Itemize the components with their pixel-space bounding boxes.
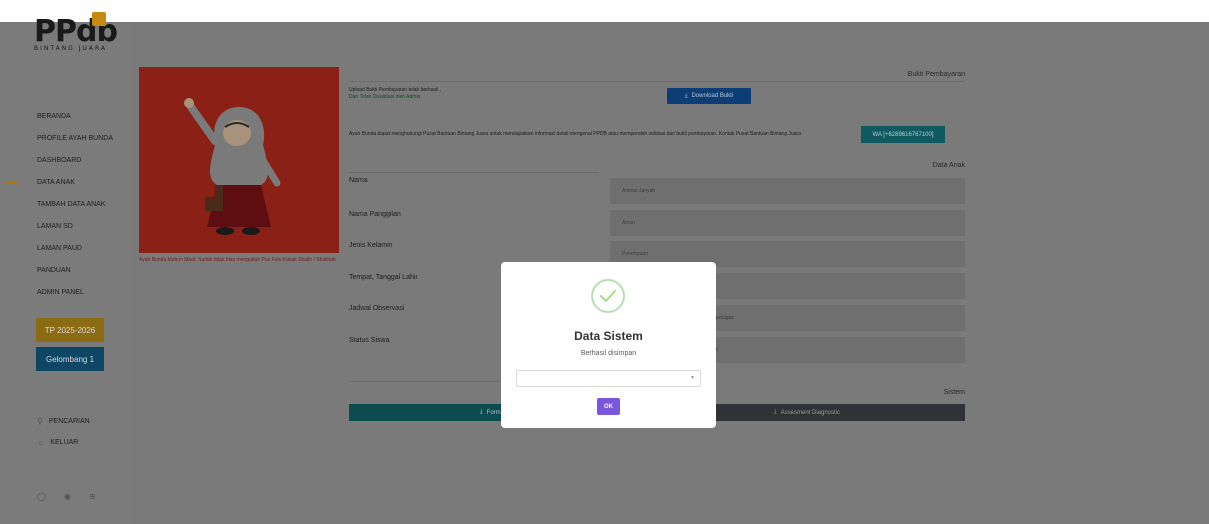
chevron-down-icon: ▼ <box>690 375 695 381</box>
upload-success-text: Upload Bukti Pembayaran telah berhasil , <box>349 87 441 93</box>
sidebar-item-laman-sd[interactable]: LAMAN SD <box>37 222 113 244</box>
instagram-icon[interactable]: ◯ <box>37 492 46 501</box>
sidebar-item-data-anak[interactable]: DATA ANAK <box>37 178 113 200</box>
divider <box>349 172 599 173</box>
assessment-diagnostic-label: Assesment Diagnostic <box>780 409 840 416</box>
field-nama: Aninun Jariyah <box>610 178 965 204</box>
logout-link[interactable]: ☼ KELUAR <box>37 438 78 447</box>
facebook-icon[interactable]: ◉ <box>64 492 71 501</box>
field-value: petugas <box>716 315 734 321</box>
logout-icon: ☼ <box>37 438 45 447</box>
modal-subtitle: Berhasil disimpan <box>580 350 637 357</box>
check-mark-icon <box>600 290 616 302</box>
divider <box>349 81 965 82</box>
data-anak-title: Data Anak <box>932 162 965 169</box>
logout-link-label: KELUAR <box>50 439 79 446</box>
gelombang-button[interactable]: Gelombang 1 <box>36 347 104 371</box>
modal-title: Data Sistem <box>574 329 643 343</box>
globe-icon[interactable]: ⊕ <box>89 492 96 501</box>
search-icon: ⚲ <box>37 417 43 426</box>
sidebar-item-panduan[interactable]: PANDUAN <box>37 266 113 288</box>
field-nama-panggilan: Ainun <box>610 210 965 236</box>
sidebar-item-dashboard[interactable]: DASHBOARD <box>37 156 113 178</box>
logo-subtitle: BINTANG JUARA <box>34 45 108 52</box>
divider <box>349 381 501 382</box>
ok-button[interactable]: OK <box>597 398 620 415</box>
success-modal: Data Sistem Berhasil disimpan ▼ OK <box>501 262 716 428</box>
sidebar-nav: BERANDA PROFILE AYAH BUNDA DASHBOARD DAT… <box>37 112 113 310</box>
download-bukti-button[interactable]: ⤓ Download Bukti <box>667 88 751 104</box>
sidebar-item-beranda[interactable]: BERANDA <box>37 112 113 134</box>
field-label-tempat-tanggal-lahir: Tempat, Tanggal Lahir <box>349 274 418 281</box>
download-icon: ⤓ <box>773 409 777 415</box>
field-value: Ainun <box>622 220 635 226</box>
sistem-title: Sistem <box>943 389 965 396</box>
sidebar-item-laman-paud[interactable]: LAMAN PAUD <box>37 244 113 266</box>
tahun-pelajaran-button[interactable]: TP 2025-2026 <box>36 318 104 342</box>
sidebar-item-profile[interactable]: PROFILE AYAH BUNDA <box>37 134 113 156</box>
validated-text: Dan Telah Divalidasi oleh Admin <box>349 94 421 100</box>
field-value: Perempuan <box>622 251 648 257</box>
success-check-icon <box>591 279 625 313</box>
search-link[interactable]: ⚲ PENCARIAN <box>37 417 90 426</box>
search-link-label: PENCARIAN <box>48 418 90 425</box>
field-label-nama-panggilan: Nama Panggilan <box>349 211 401 218</box>
field-value: Aninun Jariyah <box>622 188 656 194</box>
logo-mark-icon <box>92 12 106 26</box>
download-bukti-label: Download Bukti <box>691 93 734 99</box>
top-bar <box>0 0 1209 22</box>
photo-note: Ayah Bunda Mohon Maaf, Sudah tidak bisa … <box>139 257 336 263</box>
field-label-nama: Nama <box>349 177 368 184</box>
download-icon: ⤓ <box>480 409 483 415</box>
active-nav-indicator <box>6 182 18 183</box>
download-icon: ⤓ <box>684 92 688 99</box>
field-label-jenis-kelamin: Jenis Kelamin <box>349 242 393 249</box>
contact-info-text: Ayah Bunda dapat menghubungi Pusat Bantu… <box>349 131 801 137</box>
page: PPdb BINTANG JUARA BERANDA PROFILE AYAH … <box>0 0 1209 524</box>
whatsapp-button[interactable]: WA [+6289616767100] <box>861 126 945 143</box>
social-links: ◯ ◉ ⊕ <box>37 492 96 501</box>
sidebar-item-tambah-data-anak[interactable]: TAMBAH DATA ANAK <box>37 200 113 222</box>
bukti-pembayaran-title: Bukti Pembayaran <box>907 71 965 78</box>
sidebar-item-admin-panel[interactable]: ADMIN PANEL <box>37 288 113 310</box>
field-label-jadwal-observasi: Jadwal Observasi <box>349 305 405 312</box>
student-photo <box>139 67 339 253</box>
modal-select[interactable]: ▼ <box>516 370 701 387</box>
field-label-status-siswa: Status Siswa <box>349 337 390 344</box>
student-illustration <box>139 67 339 253</box>
